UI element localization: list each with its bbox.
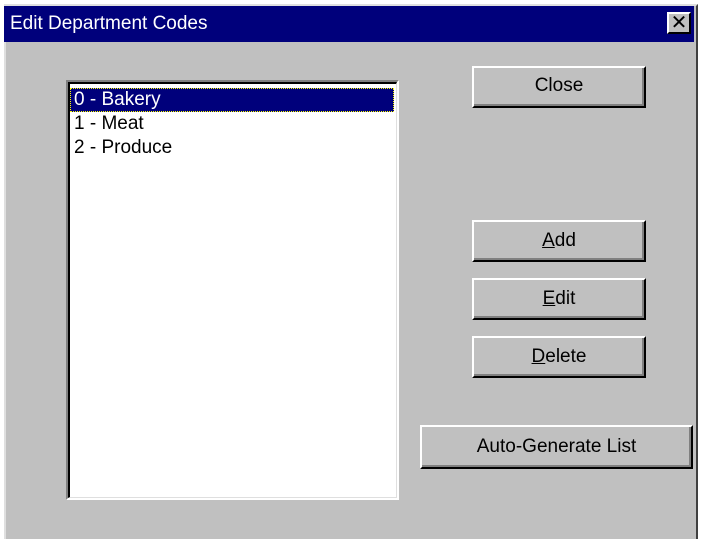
close-button[interactable]: Close [472, 66, 646, 108]
close-button-label: Close [534, 75, 584, 96]
edit-label-rest: dit [555, 288, 576, 309]
title-bar[interactable]: Edit Department Codes ✕ [4, 6, 694, 42]
edit-accelerator: E [542, 288, 556, 309]
edit-button-label: Edit [543, 280, 576, 318]
list-content: 0 - Bakery 1 - Meat 2 - Produce [68, 82, 397, 498]
edit-button[interactable]: Edit [472, 278, 646, 320]
delete-label-rest: elete [545, 346, 587, 367]
list-item[interactable]: 0 - Bakery [70, 88, 394, 112]
list-item[interactable]: 1 - Meat [70, 112, 396, 136]
auto-generate-list-button[interactable]: Auto-Generate List [420, 425, 693, 469]
add-accelerator: A [542, 230, 555, 251]
window-title: Edit Department Codes [10, 13, 208, 34]
close-window-icon[interactable]: ✕ [667, 12, 691, 34]
add-label-rest: dd [554, 230, 576, 251]
add-button-label: Add [542, 222, 576, 260]
list-item[interactable]: 2 - Produce [70, 136, 396, 160]
department-code-list[interactable]: 0 - Bakery 1 - Meat 2 - Produce [66, 80, 399, 500]
delete-button-label: Delete [532, 338, 587, 376]
add-button[interactable]: Add [472, 220, 646, 262]
delete-button[interactable]: Delete [472, 336, 646, 378]
delete-accelerator: D [531, 346, 546, 367]
auto-generate-label: Auto-Generate List [476, 436, 637, 457]
